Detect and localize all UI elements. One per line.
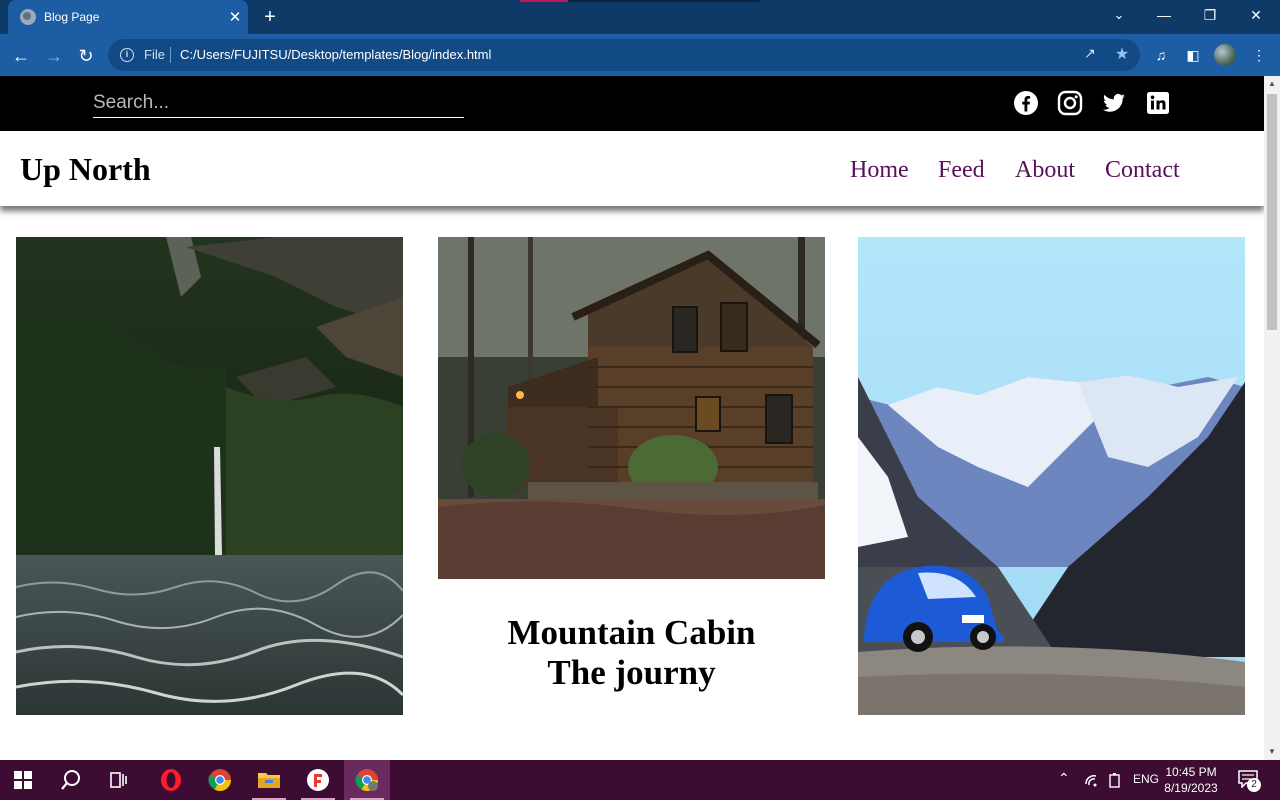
notifications-icon[interactable]: 2	[1238, 770, 1261, 792]
browser-tab-strip: Blog Page ✕ + ⌄ — ❐ ✕	[0, 0, 1280, 34]
site-logo[interactable]: Up North	[20, 151, 151, 188]
nav-feed[interactable]: Feed	[938, 157, 985, 184]
site-header: Up North Home Feed About Contact	[0, 131, 1264, 206]
waterfall-lake-photo[interactable]	[16, 237, 403, 715]
browser-tab[interactable]: Blog Page ✕	[8, 0, 248, 34]
page-scrollbar[interactable]: ▲ ▼	[1264, 76, 1280, 760]
more-menu-icon[interactable]: ⋮	[1248, 45, 1270, 65]
language-indicator[interactable]: ENG	[1133, 772, 1159, 786]
tab-search-chevron-icon[interactable]: ⌄	[1104, 2, 1134, 28]
close-window-button[interactable]: ✕	[1233, 0, 1279, 30]
address-scheme-label: File	[144, 47, 165, 62]
system-clock[interactable]: 10:45 PM 8/19/2023	[1160, 764, 1222, 796]
nav-about[interactable]: About	[1015, 157, 1075, 184]
facebook-icon[interactable]	[1013, 90, 1039, 116]
nav-home[interactable]: Home	[850, 157, 909, 184]
top-bar	[0, 76, 1264, 131]
post-title[interactable]: Mountain Cabin The journy	[438, 613, 825, 693]
app-icon[interactable]	[295, 760, 341, 800]
back-arrow-icon[interactable]: ←	[7, 42, 35, 70]
battery-icon[interactable]	[1108, 772, 1122, 788]
close-tab-icon[interactable]: ✕	[222, 8, 248, 26]
browser-toolbar: ← → ↻ i File C:/Users/FUJITSU/Desktop/te…	[0, 34, 1280, 76]
mountain-car-photo[interactable]	[858, 237, 1245, 715]
page-viewport: Up North Home Feed About Contact	[0, 76, 1264, 760]
windows-start-icon[interactable]	[0, 760, 46, 800]
profile-avatar[interactable]	[1214, 44, 1236, 66]
nav-contact[interactable]: Contact	[1105, 157, 1180, 184]
tray-chevron-icon[interactable]: ⌃	[1058, 770, 1070, 787]
forward-arrow-icon[interactable]: →	[40, 42, 68, 70]
tab-title: Blog Page	[44, 10, 100, 24]
scroll-up-icon[interactable]: ▲	[1264, 76, 1280, 92]
url-text[interactable]: C:/Users/FUJITSU/Desktop/templates/Blog/…	[180, 47, 491, 62]
notification-count-badge: 2	[1247, 778, 1261, 792]
reload-icon[interactable]: ↻	[72, 42, 100, 70]
opera-icon[interactable]	[148, 760, 194, 800]
instagram-icon[interactable]	[1057, 90, 1083, 116]
scroll-thumb[interactable]	[1267, 94, 1277, 330]
file-explorer-icon[interactable]	[246, 760, 292, 800]
restore-button[interactable]: ❐	[1187, 0, 1233, 30]
info-icon[interactable]: i	[120, 48, 134, 62]
side-panel-icon[interactable]: ◧	[1182, 45, 1204, 65]
address-divider	[170, 47, 171, 63]
clock-time: 10:45 PM	[1165, 765, 1217, 779]
minimize-button[interactable]: —	[1141, 0, 1187, 30]
address-bar[interactable]: i File C:/Users/FUJITSU/Desktop/template…	[108, 39, 1140, 71]
tab-strip-shade	[568, 0, 760, 2]
post-title-line-1: Mountain Cabin	[507, 613, 756, 652]
search-input[interactable]	[93, 88, 464, 118]
chrome-active-icon[interactable]	[344, 760, 390, 800]
task-view-icon[interactable]	[96, 760, 142, 800]
wifi-icon[interactable]	[1084, 772, 1100, 788]
share-icon[interactable]: ↗	[1080, 45, 1100, 65]
tab-strip-accent	[520, 0, 568, 2]
scroll-down-icon[interactable]: ▼	[1264, 744, 1280, 760]
bookmark-star-icon[interactable]: ★	[1112, 44, 1132, 64]
globe-icon	[20, 9, 36, 25]
log-cabin-photo[interactable]	[438, 237, 825, 579]
clock-date: 8/19/2023	[1164, 781, 1218, 795]
windows-taskbar: ⌃ ENG 10:45 PM 8/19/2023 2	[0, 760, 1280, 800]
twitter-icon[interactable]	[1101, 90, 1127, 116]
linkedin-icon[interactable]	[1145, 90, 1171, 116]
search-icon[interactable]	[48, 760, 94, 800]
chrome-icon[interactable]	[197, 760, 243, 800]
new-tab-button[interactable]: +	[256, 4, 284, 30]
post-title-line-2: The journy	[547, 653, 716, 692]
media-controls-icon[interactable]: ♫	[1150, 45, 1172, 65]
